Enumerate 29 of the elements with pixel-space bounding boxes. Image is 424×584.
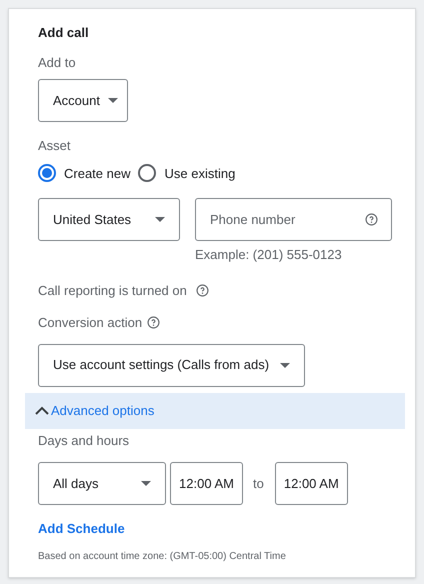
caret-icon (155, 217, 165, 222)
add-schedule-link[interactable]: Add Schedule (38, 519, 125, 538)
help-icon (365, 213, 378, 226)
status-text: Call reporting is turned on (38, 282, 187, 300)
phone-field[interactable]: Phone number (195, 198, 392, 241)
separator-text: to (253, 474, 264, 493)
help-icon (196, 284, 209, 297)
field-label: Days and hours (38, 432, 130, 450)
field-label: Conversion action (38, 314, 142, 332)
time-field[interactable]: 12:00 AM (274, 462, 348, 505)
radio-option[interactable]: Use existing (138, 164, 238, 183)
card-title: Add call (38, 24, 90, 42)
radio-button[interactable] (38, 164, 56, 182)
timezone-note: Based on account time zone: (GMT-05:00) Central Time (38, 550, 287, 564)
field-label: Asset (38, 137, 72, 155)
advanced-options-toggle[interactable]: Advanced options (25, 392, 405, 428)
radio-option[interactable]: Create new (38, 164, 132, 183)
caret-icon (280, 362, 290, 368)
days-dropdown[interactable]: All days (38, 462, 166, 505)
conversion-action-dropdown[interactable]: Use account settings (Calls from ads) (38, 344, 305, 386)
caret-icon (141, 481, 151, 486)
add-to-dropdown[interactable]: Account (38, 79, 128, 122)
time-field[interactable]: 12:00 AM (170, 462, 243, 505)
help-icon (147, 316, 160, 330)
country-dropdown[interactable]: United States (38, 198, 180, 241)
helper-text: Example: (201) 555-0123 (195, 246, 343, 264)
field-label: Add to (38, 54, 77, 72)
radio-button[interactable] (138, 164, 156, 182)
caret-icon (108, 98, 118, 103)
